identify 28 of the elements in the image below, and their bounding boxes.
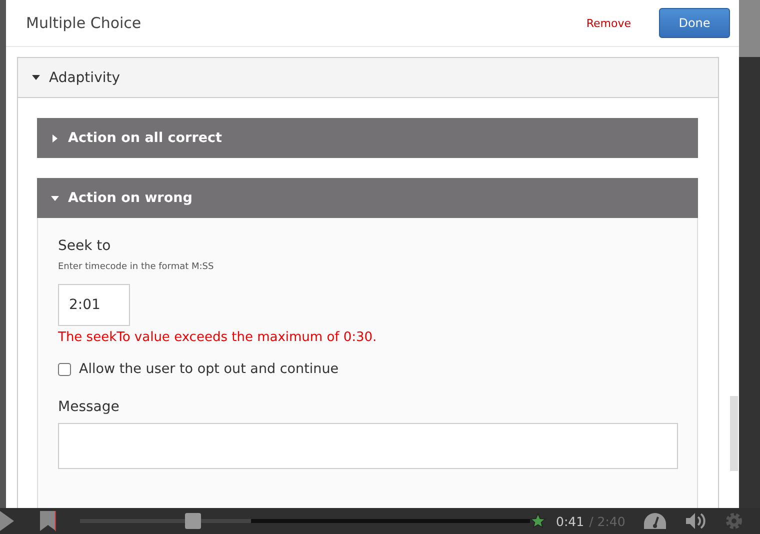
panel-title: Action on all correct <box>68 130 222 146</box>
error-message: The seekTo value exceeds the maximum of 0:30. <box>58 330 378 345</box>
field-label: Seek to <box>58 238 112 254</box>
star-icon <box>530 513 546 529</box>
field-hint: Enter timecode in the format M:SS <box>58 262 215 272</box>
panel-title: Action on wrong <box>68 190 192 206</box>
remove-link[interactable]: Remove <box>586 16 631 30</box>
section-title: Adaptivity <box>49 70 120 86</box>
volume-icon[interactable] <box>685 512 708 530</box>
caret-icon <box>52 134 58 142</box>
bookmark-icon[interactable] <box>40 511 56 531</box>
section-header[interactable]: Adaptivity <box>18 58 718 98</box>
dialog-title: Multiple Choice <box>26 14 142 32</box>
panel-header[interactable]: Action on wrong <box>37 178 698 218</box>
field-label: Message <box>58 399 120 415</box>
message-field[interactable] <box>58 423 678 469</box>
caret-icon <box>32 75 40 80</box>
input-field[interactable]: 2:01 <box>58 284 130 326</box>
seek-handle[interactable] <box>184 513 200 529</box>
panel-header[interactable]: Action on all correct <box>37 118 698 158</box>
checkbox-label: Allow the user to opt out and continue <box>79 361 339 377</box>
speedometer-icon[interactable] <box>643 512 668 530</box>
caret-icon <box>51 196 59 200</box>
scrollbar[interactable] <box>730 396 738 471</box>
checkbox[interactable] <box>58 362 71 376</box>
done-button[interactable]: Done <box>659 8 730 38</box>
play-icon[interactable] <box>0 511 14 531</box>
current-time: 0:41 <box>556 514 584 528</box>
